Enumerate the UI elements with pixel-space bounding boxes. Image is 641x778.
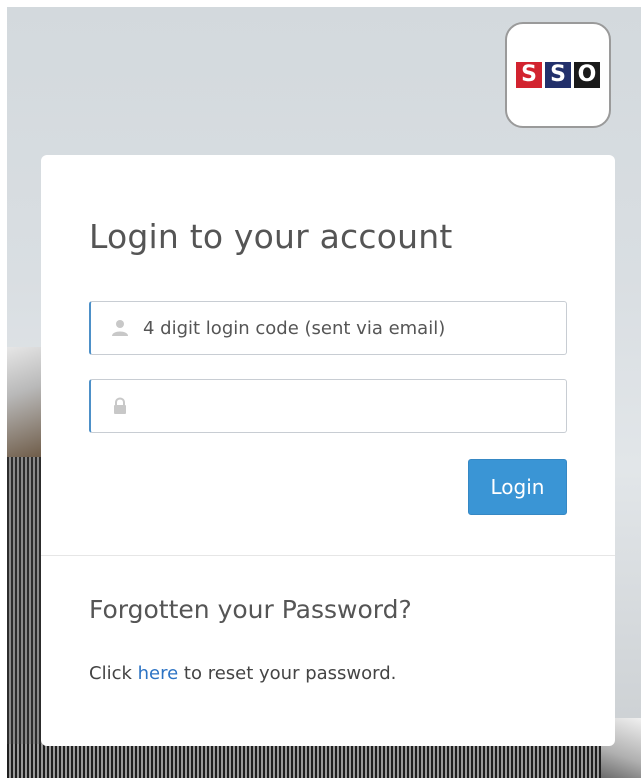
lock-icon [111, 397, 129, 415]
logo-letter-s2: S [545, 62, 571, 88]
login-title: Login to your account [89, 217, 453, 256]
sso-logo: S S O [505, 22, 611, 128]
reset-text-before: Click [89, 663, 138, 684]
card-divider [41, 555, 615, 556]
logo-letter-o: O [574, 62, 600, 88]
user-icon [111, 319, 129, 337]
password-input[interactable] [143, 380, 553, 432]
login-button[interactable]: Login [468, 459, 567, 515]
logo-letter-s1: S [516, 62, 542, 88]
reset-text-after: to reset your password. [178, 663, 397, 684]
password-input-group [89, 379, 567, 433]
login-code-input-group [89, 301, 567, 355]
reset-password-link[interactable]: here [138, 663, 179, 684]
background-building-bottom [7, 744, 641, 778]
reset-password-text: Click here to reset your password. [89, 663, 396, 684]
login-code-input[interactable] [143, 302, 553, 354]
login-card: Login to your account Login Forgotten yo… [41, 155, 615, 746]
forgot-password-title: Forgotten your Password? [89, 595, 412, 624]
